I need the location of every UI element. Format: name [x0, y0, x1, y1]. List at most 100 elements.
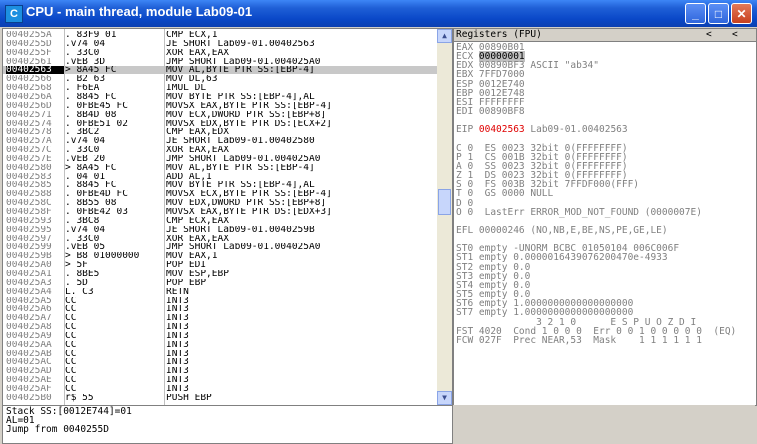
disasm-row[interactable]: 004025B0 r$ 55 PUSH EBP — [3, 394, 437, 402]
column-separator[interactable] — [64, 29, 65, 405]
disasm-row[interactable]: 0040255F . 33C0 XOR EAX,EAX — [3, 49, 437, 57]
register-line[interactable]: EFL 00000246 (NO,NB,E,BE,NS,PE,GE,LE) — [456, 226, 754, 236]
disasm-row[interactable]: 004025AE CC INT3 — [3, 376, 437, 384]
disasm-row[interactable]: 00402585 . 8845 FC MOV BYTE PTR SS:[EBP-4]… — [3, 181, 437, 189]
register-line[interactable]: O 0 LastErr ERROR_MOD_NOT_FOUND (0000007… — [456, 207, 754, 217]
disasm-row[interactable]: 0040258C . 8B55 08 MOV EDX,DWORD PTR SS:[E… — [3, 199, 437, 207]
prev-view-button[interactable]: < — [706, 30, 712, 40]
register-line[interactable]: EDI 00890BF8 — [456, 107, 754, 117]
disasm-addr: 00402597 — [6, 234, 52, 243]
disasm-addr: 0040257A — [6, 137, 52, 146]
eip-label: EIP — [456, 124, 479, 136]
disasm-row[interactable]: 00402580 > 8A45 FC MOV AL,BYTE PTR SS:[EBP… — [3, 164, 437, 172]
disasm-row[interactable]: 004025A7 CC INT3 — [3, 314, 437, 322]
disasm-addr: 00402571 — [6, 110, 52, 119]
scroll-down-button[interactable]: ▼ — [437, 391, 452, 405]
disasm-row[interactable]: 0040259B > B8 01000000 MOV EAX,1 — [3, 252, 437, 260]
register-line[interactable]: FCW 027F Prec NEAR,53 Mask 1 1 1 1 1 1 — [456, 336, 754, 346]
disasm-asm: JE SHORT Lab09-01.0040259B — [166, 225, 315, 234]
disasm-row[interactable]: 00402588 . 0FBE4D FC MOVSX ECX,BYTE PTR SS… — [3, 190, 437, 198]
disasm-row[interactable]: 004025A0 > 5F POP EDI — [3, 261, 437, 269]
disasm-asm: INT3 — [166, 376, 189, 385]
disasm-hex: > B8 01000000 — [65, 252, 140, 261]
disasm-row[interactable]: 0040257E .vEB 20 JMP SHORT Lab09-01.004025… — [3, 155, 437, 163]
arrow-down-icon: ▼ — [442, 393, 447, 402]
disasm-hex: CC — [65, 296, 77, 305]
title-bar[interactable]: C CPU - main thread, module Lab09-01 _ □… — [0, 0, 757, 27]
disasm-row[interactable]: 004025AB CC INT3 — [3, 350, 437, 358]
eip-value: 00402563 — [478, 124, 525, 136]
disasm-asm: INT3 — [166, 367, 189, 376]
disasm-addr: 004025A9 — [6, 331, 52, 340]
disasm-row[interactable]: 00402566 . B2 63 MOV DL,63 — [3, 75, 437, 83]
disasm-hex: . F6EA — [65, 84, 100, 93]
disasm-asm: MOV BYTE PTR SS:[EBP-4],AL — [166, 181, 315, 190]
disasm-addr: 004025A8 — [6, 323, 52, 332]
maximize-button[interactable]: □ — [708, 3, 729, 24]
disasm-addr: 004025A0 — [6, 261, 52, 270]
disasm-row[interactable]: 0040258F . 0FBE42 03 MOVSX EAX,BYTE PTR DS… — [3, 208, 437, 216]
info-pane[interactable]: Stack SS:[0012E744]=01 AL=01 Jump from 0… — [2, 405, 453, 444]
disasm-addr: 00402593 — [6, 216, 52, 225]
disasm-row[interactable]: 004025A9 CC INT3 — [3, 332, 437, 340]
disasm-row[interactable]: 0040255A . 83F9 01 CMP ECX,1 — [3, 31, 437, 39]
disasm-row[interactable]: 00402561 .vEB 3D JMP SHORT Lab09-01.004025… — [3, 58, 437, 66]
disasm-hex: L. C3 — [65, 287, 94, 296]
disasm-row[interactable]: 00402578 . 3BC2 CMP EAX,EDX — [3, 128, 437, 136]
register-line[interactable]: T 0 GS 0000 NULL — [456, 189, 754, 199]
disasm-row[interactable]: 00402599 .vEB 05 JMP SHORT Lab09-01.004025… — [3, 243, 437, 251]
disasm-row[interactable]: 00402597 . 33C0 XOR EAX,EAX — [3, 235, 437, 243]
disasm-hex: . 3BC2 — [65, 128, 100, 137]
disasm-row[interactable]: 00402574 . 0FBE51 02 MOVSX EDX,BYTE PTR DS… — [3, 120, 437, 128]
disasm-row[interactable]: 004025A3 . 5D POP EBP — [3, 279, 437, 287]
disasm-row[interactable]: 00402595 .v74 04 JE SHORT Lab09-01.0040259… — [3, 226, 437, 234]
scroll-thumb[interactable] — [438, 189, 451, 215]
disasm-row[interactable]: 004025A6 CC INT3 — [3, 305, 437, 313]
minimize-button[interactable]: _ — [685, 3, 706, 24]
disasm-row[interactable]: 004025A1 . 8BE5 MOV ESP,EBP — [3, 270, 437, 278]
scroll-up-button[interactable]: ▲ — [437, 29, 452, 43]
disasm-row[interactable]: 004025AF CC INT3 — [3, 385, 437, 393]
disasm-hex: .vEB 05 — [65, 243, 106, 252]
register-line[interactable]: EIP 00402563 Lab09-01.00402563 — [456, 124, 754, 136]
disasm-asm: POP EBP — [166, 278, 207, 287]
disasm-hex: . 0FBE51 02 — [65, 119, 128, 128]
disasm-row[interactable]: 0040257C . 33C0 XOR EAX,EAX — [3, 146, 437, 154]
disasm-row[interactable]: 0040256A . 8845 FC MOV BYTE PTR SS:[EBP-4]… — [3, 93, 437, 101]
disasm-row[interactable]: 00402568 . F6EA IMUL DL — [3, 84, 437, 92]
disasm-row[interactable]: 004025AD CC INT3 — [3, 367, 437, 375]
disasm-row[interactable]: 0040255D .v74 04 JE SHORT Lab09-01.0040256… — [3, 40, 437, 48]
disasm-row[interactable]: 004025AA CC INT3 — [3, 341, 437, 349]
registers-header[interactable]: Registers (FPU) < < — [454, 29, 756, 42]
registers-pane[interactable]: Registers (FPU) < < EAX 00890B01 ECX 0000… — [453, 28, 757, 406]
disasm-addr: 004025A4 — [6, 287, 52, 296]
disasm-asm: INT3 — [166, 349, 189, 358]
close-button[interactable]: ✕ — [731, 3, 752, 24]
disasm-row[interactable]: 0040256D . 0FBE45 FC MOVSX EAX,BYTE PTR SS… — [3, 102, 437, 110]
disasm-hex: . 3BC8 — [65, 216, 100, 225]
disasm-row[interactable]: 0040257A .v74 04 JE SHORT Lab09-01.0040258… — [3, 137, 437, 145]
disasm-row[interactable]: 00402563 > 8A45 FC MOV AL,BYTE PTR SS:[EBP… — [3, 66, 437, 75]
disasm-asm: MOV EAX,1 — [166, 252, 218, 261]
disasm-asm: INT3 — [166, 358, 189, 367]
disasm-row[interactable]: 004025A4 L. C3 RETN — [3, 288, 437, 296]
disasm-hex: CC — [65, 349, 77, 358]
disasm-row[interactable]: 00402593 . 3BC8 CMP ECX,EAX — [3, 217, 437, 225]
disasm-addr: 0040255D — [6, 39, 52, 48]
disasm-row[interactable]: 00402583 . 04 01 ADD AL,1 — [3, 173, 437, 181]
disasm-asm: JE SHORT Lab09-01.00402563 — [166, 39, 315, 48]
disassembly-pane[interactable]: 0040255A . 83F9 01 CMP ECX,1 0040255D .v74 0… — [2, 28, 453, 406]
disasm-hex: CC — [65, 367, 77, 376]
disasm-hex: . 8B4D 08 — [65, 110, 117, 119]
disasm-row[interactable]: 004025AC CC INT3 — [3, 358, 437, 366]
next-view-button[interactable]: < — [732, 30, 738, 40]
disasm-asm: CMP ECX,EAX — [166, 216, 229, 225]
disasm-row[interactable]: 004025A8 CC INT3 — [3, 323, 437, 331]
disassembly-scrollbar[interactable]: ▲ ▼ — [437, 29, 452, 405]
disasm-row[interactable]: 004025A5 CC INT3 — [3, 297, 437, 305]
disasm-asm: MOV DL,63 — [166, 75, 218, 84]
maximize-icon: □ — [714, 7, 723, 21]
disasm-row[interactable]: 00402571 . 8B4D 08 MOV ECX,DWORD PTR SS:[E… — [3, 111, 437, 119]
status-area — [453, 405, 755, 442]
column-separator[interactable] — [164, 29, 165, 405]
